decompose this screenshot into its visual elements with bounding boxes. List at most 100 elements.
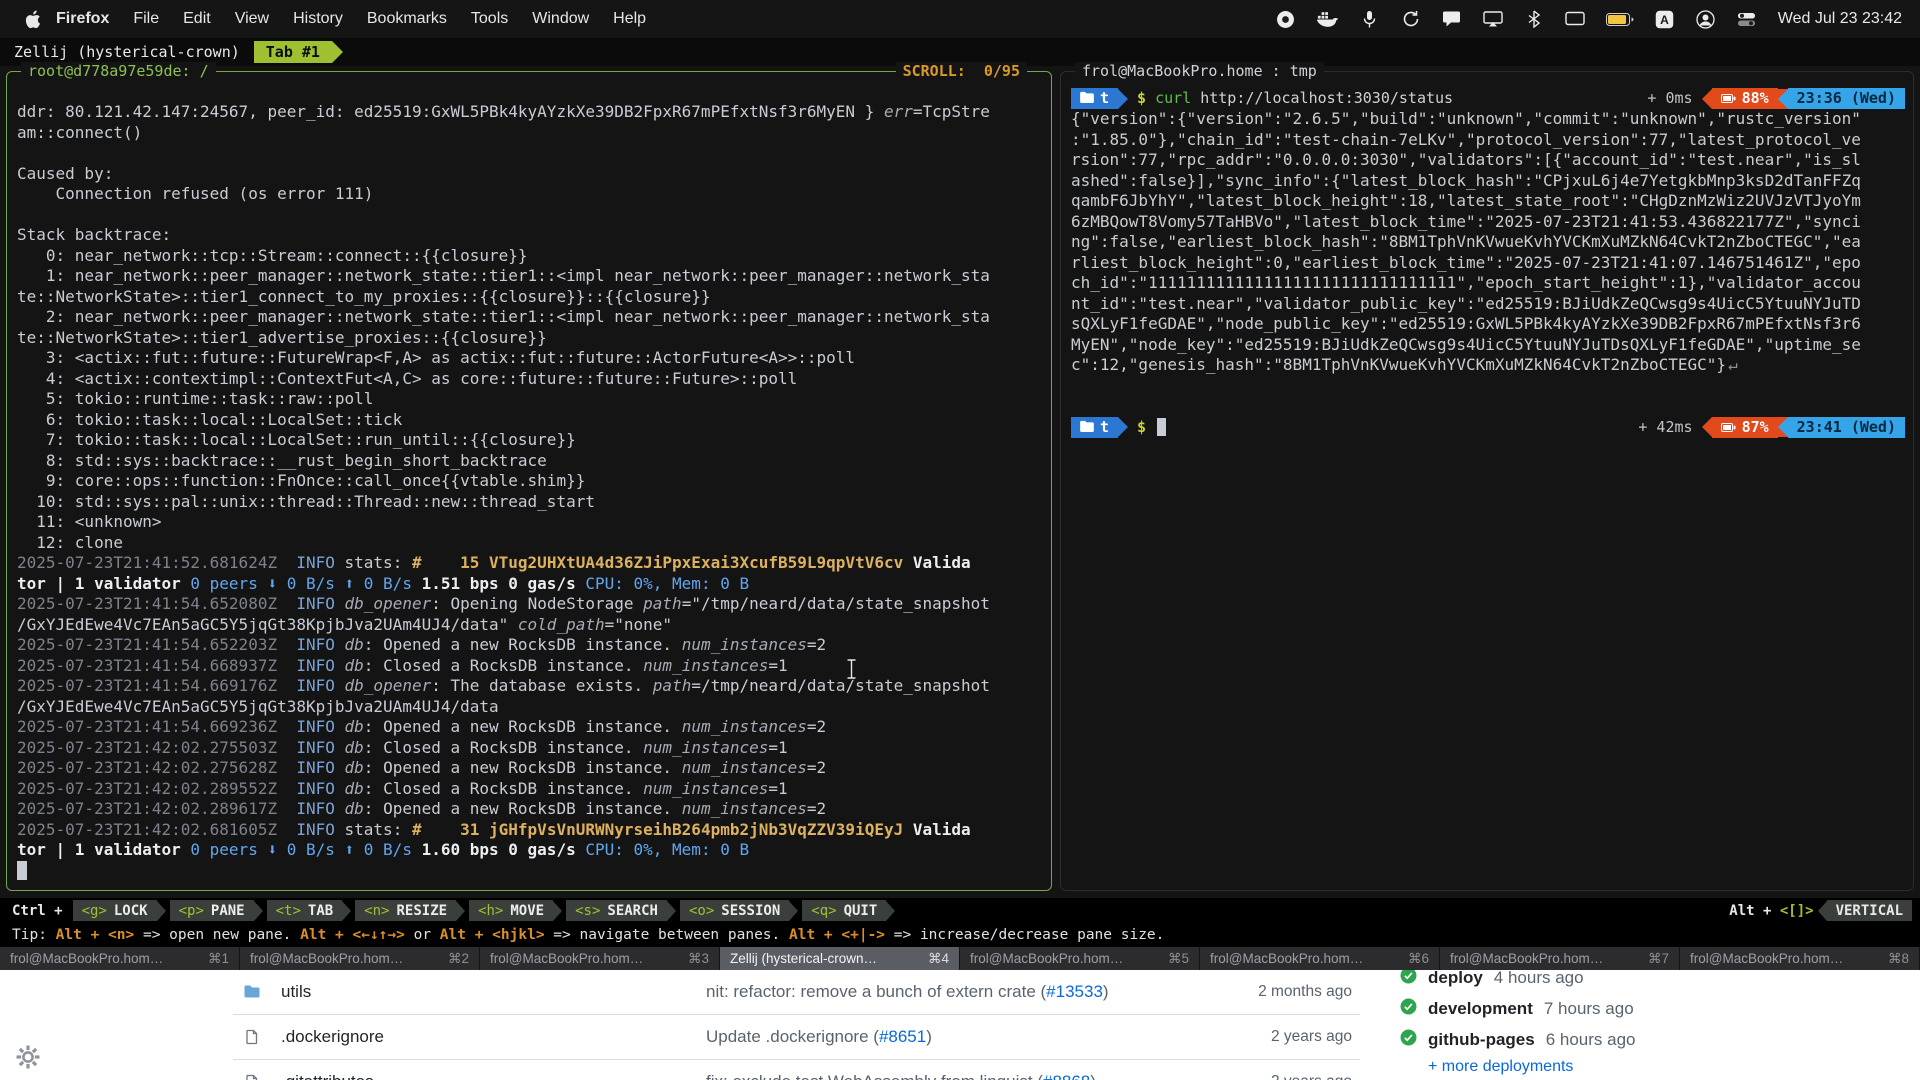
file-name-link[interactable]: .gitattributes bbox=[281, 1072, 706, 1080]
file-row-utils[interactable]: utilsnit: refactor: remove a bunch of ex… bbox=[233, 970, 1360, 1015]
terminal-line: 2025-07-23T21:41:54.652080Z INFO db_open… bbox=[17, 594, 1047, 615]
keybind-quit[interactable]: <q>QUIT bbox=[802, 900, 886, 921]
more-deployments-link[interactable]: + more deployments bbox=[1428, 1058, 1573, 1076]
apple-menu-icon[interactable] bbox=[18, 10, 48, 29]
terminal-tab-6[interactable]: frol@MacBookPro.hom…⌘6 bbox=[1200, 947, 1440, 970]
deployment-development[interactable]: development7 hours ago bbox=[1400, 993, 1636, 1024]
menu-bar-clock[interactable]: Wed Jul 23 23:42 bbox=[1778, 10, 1902, 28]
pr-number-link[interactable]: #13533 bbox=[1046, 982, 1103, 1001]
terminal-output-line: qambF6JbYhY","latest_block_height":18,"l… bbox=[1071, 191, 1905, 212]
record-indicator-icon[interactable] bbox=[1276, 8, 1296, 30]
app-menu-firefox[interactable]: Firefox bbox=[48, 10, 121, 28]
left-pane[interactable]: root@d778a97e59de: / SCROLL: 0/95 ddr: 8… bbox=[6, 71, 1052, 891]
terminal-tab-2[interactable]: frol@MacBookPro.hom…⌘2 bbox=[240, 947, 480, 970]
keybind-resize[interactable]: <n>RESIZE bbox=[355, 900, 456, 921]
keybind-search[interactable]: <s>SEARCH bbox=[566, 900, 667, 921]
terminal-line bbox=[17, 861, 1047, 882]
docker-icon[interactable] bbox=[1317, 8, 1339, 30]
powerline-arrow-icon bbox=[1702, 89, 1712, 109]
microphone-icon[interactable] bbox=[1360, 8, 1380, 30]
messages-icon[interactable] bbox=[1442, 8, 1462, 30]
terminal-tab-4[interactable]: Zellij (hysterical-crown…⌘4 bbox=[720, 947, 960, 970]
battery-percent: 88% bbox=[1742, 88, 1769, 109]
terminal-line bbox=[1071, 396, 1905, 417]
menu-item-view[interactable]: View bbox=[223, 10, 281, 28]
terminal-output-line: ng":false,"earliest_block_hash":"8BM1Tph… bbox=[1071, 232, 1905, 253]
powerline-arrow-icon bbox=[1778, 417, 1788, 437]
terminal-window: Zellij (hysterical-crown) Tab #1 root@d7… bbox=[0, 38, 1920, 970]
terminal-line: /GxYJEdEwe4Vc7EAn5aGC5Y5jqGt38KpjbJva2UA… bbox=[17, 615, 1047, 636]
keybind-move[interactable]: <h>MOVE bbox=[469, 900, 553, 921]
terminal-tab-1[interactable]: frol@MacBookPro.hom…⌘1 bbox=[0, 947, 240, 970]
menu-item-bookmarks[interactable]: Bookmarks bbox=[355, 10, 459, 28]
terminal-tab-title: frol@MacBookPro.hom… bbox=[1450, 951, 1603, 966]
terminal-output-line: {"version":{"version":"2.6.5","build":"u… bbox=[1071, 109, 1905, 130]
terminal-output-line: ashed":false}],"sync_info":{"latest_bloc… bbox=[1071, 171, 1905, 192]
file-name-link[interactable]: utils bbox=[281, 982, 706, 1002]
terminal-tab-5[interactable]: frol@MacBookPro.hom…⌘5 bbox=[960, 947, 1200, 970]
pr-number-link[interactable]: #8651 bbox=[879, 1027, 926, 1046]
menu-bar-status-area: A Wed Jul 23 23:42 bbox=[1276, 8, 1902, 30]
terminal-line: 2025-07-23T21:42:02.289617Z INFO db: Ope… bbox=[17, 799, 1047, 820]
terminal-output-line: sQXLyF1feGDAE","node_public_key":"ed2551… bbox=[1071, 314, 1905, 335]
commit-message-link[interactable]: fix: exclude test WebAssembly from lingu… bbox=[706, 1072, 1210, 1080]
menu-item-file[interactable]: File bbox=[121, 10, 171, 28]
deployment-deploy[interactable]: deploy4 hours ago bbox=[1400, 970, 1636, 993]
terminal-line: tor | 1 validator 0 peers ⬇ 0 B/s ⬆ 0 B/… bbox=[17, 840, 1047, 861]
keybind-lock[interactable]: <g>LOCK bbox=[73, 900, 157, 921]
menu-item-history[interactable]: History bbox=[281, 10, 355, 28]
left-pane-title: root@d778a97e59de: / bbox=[21, 62, 216, 80]
input-source-icon[interactable]: A bbox=[1655, 8, 1675, 30]
menu-item-help[interactable]: Help bbox=[601, 10, 658, 28]
settings-gear-icon[interactable] bbox=[16, 1045, 40, 1074]
shell-prompt: t$curl http://localhost:3030/status+ 0ms… bbox=[1071, 88, 1905, 109]
terminal-output-line: nt_id":"test.near","validator_public_key… bbox=[1071, 294, 1905, 315]
zellij-tab-1[interactable]: Tab #1 bbox=[254, 41, 332, 63]
display-icon[interactable] bbox=[1565, 8, 1585, 30]
keybind-tab[interactable]: <t>TAB bbox=[267, 900, 343, 921]
powerline-arrow-icon bbox=[553, 901, 562, 921]
pr-number-link[interactable]: #8868 bbox=[1043, 1072, 1090, 1080]
file-name-link[interactable]: .dockerignore bbox=[281, 1027, 706, 1047]
menu-item-window[interactable]: Window bbox=[520, 10, 601, 28]
terminal-line: te::NetworkState>::tier1_connect_to_my_p… bbox=[17, 287, 1047, 308]
check-circle-icon bbox=[1400, 970, 1417, 989]
menu-bar-left: Firefox FileEditViewHistoryBookmarksTool… bbox=[18, 10, 658, 29]
terminal-tab-7[interactable]: frol@MacBookPro.hom…⌘7 bbox=[1440, 947, 1680, 970]
menu-item-tools[interactable]: Tools bbox=[459, 10, 520, 28]
terminal-line: 8: std::sys::backtrace::__rust_begin_sho… bbox=[17, 451, 1047, 472]
terminal-line: 2025-07-23T21:41:54.669236Z INFO db: Ope… bbox=[17, 717, 1047, 738]
commit-message-link[interactable]: Update .dockerignore (#8651) bbox=[706, 1027, 1210, 1047]
bluetooth-icon[interactable] bbox=[1524, 8, 1544, 30]
block-cursor bbox=[17, 861, 27, 880]
terminal-tab-shortcut: ⌘3 bbox=[688, 951, 709, 967]
repo-file-table: utilsnit: refactor: remove a bunch of ex… bbox=[233, 970, 1360, 1080]
terminal-output-line: MyEN","node_key":"ed25519:BJiUdkZeQCwsg9… bbox=[1071, 335, 1905, 356]
keybind-session[interactable]: <o>SESSION bbox=[680, 900, 789, 921]
deployment-name: development bbox=[1428, 999, 1533, 1019]
left-pane-log: ddr: 80.121.42.147:24567, peer_id: ed255… bbox=[17, 102, 1047, 886]
keybind-pane[interactable]: <p>PANE bbox=[170, 900, 254, 921]
battery-segment: 88% bbox=[1712, 88, 1778, 109]
sync-icon[interactable] bbox=[1401, 8, 1421, 30]
account-icon[interactable] bbox=[1696, 8, 1716, 30]
terminal-line: tor | 1 validator 0 peers ⬇ 0 B/s ⬆ 0 B/… bbox=[17, 574, 1047, 595]
powerline-arrow-icon bbox=[1818, 901, 1827, 921]
commit-message-link[interactable]: nit: refactor: remove a bunch of extern … bbox=[706, 982, 1210, 1002]
deployment-github-pages[interactable]: github-pages6 hours ago bbox=[1400, 1024, 1636, 1055]
terminal-tab-3[interactable]: frol@MacBookPro.hom…⌘3 bbox=[480, 947, 720, 970]
prompt-dir-segment: t bbox=[1071, 88, 1118, 109]
terminal-line bbox=[1071, 376, 1905, 397]
file-row-dockerignore[interactable]: .dockerignoreUpdate .dockerignore (#8651… bbox=[233, 1015, 1360, 1060]
menu-item-edit[interactable]: Edit bbox=[171, 10, 223, 28]
battery-icon[interactable] bbox=[1606, 8, 1634, 30]
screen-mirroring-icon[interactable] bbox=[1483, 8, 1503, 30]
right-pane[interactable]: frol@MacBookPro.home : tmp t$curl http:/… bbox=[1060, 71, 1914, 891]
terminal-line: 0: near_network::tcp::Stream::connect::{… bbox=[17, 246, 1047, 267]
control-center-icon[interactable] bbox=[1737, 8, 1757, 30]
terminal-line: Stack backtrace: bbox=[17, 225, 1047, 246]
file-row-gitattributes[interactable]: .gitattributesfix: exclude test WebAssem… bbox=[233, 1060, 1360, 1080]
battery-icon bbox=[1721, 88, 1736, 109]
desktop: Firefox FileEditViewHistoryBookmarksTool… bbox=[0, 0, 1920, 1080]
terminal-tab-8[interactable]: frol@MacBookPro.hom…⌘8 bbox=[1680, 947, 1920, 970]
